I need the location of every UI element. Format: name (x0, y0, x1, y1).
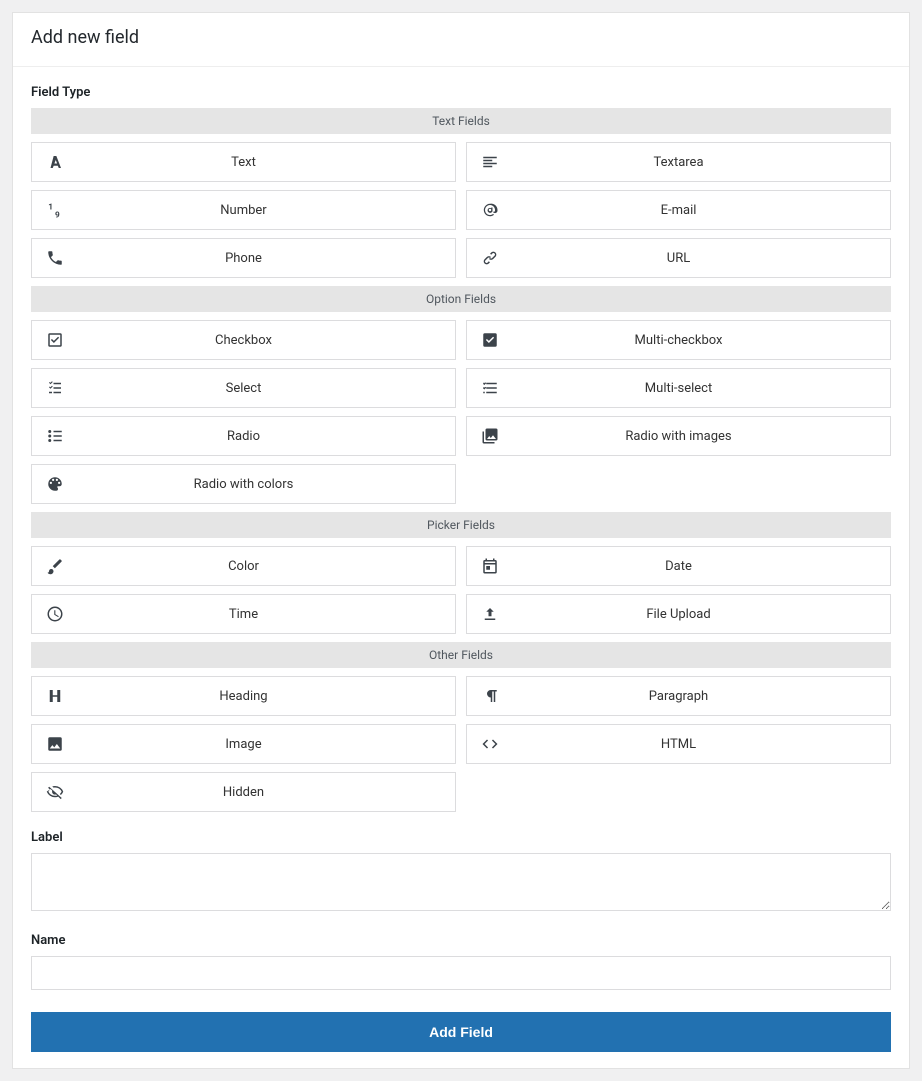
group-header: Other Fields (31, 642, 891, 668)
label-textarea[interactable] (31, 853, 891, 911)
field-type-label: Radio with colors (78, 477, 455, 492)
label-section: Label (13, 830, 909, 915)
field-type-label: Checkbox (78, 333, 455, 348)
add-new-field-panel: Add new field Field Type Text Fields Text… (12, 12, 910, 1069)
field-type-hidden[interactable]: Hidden (31, 772, 456, 812)
images-icon (467, 427, 513, 445)
field-type-grid: Checkbox Multi-checkbox Select Multi-select… (31, 320, 891, 504)
field-type-label: Date (513, 559, 890, 574)
add-field-button[interactable]: Add Field (31, 1012, 891, 1052)
field-type-radio[interactable]: Radio (31, 416, 456, 456)
group-header: Picker Fields (31, 512, 891, 538)
svg-text:9: 9 (55, 211, 60, 220)
field-type-time[interactable]: Time (31, 594, 456, 634)
field-type-label: Text (78, 155, 455, 170)
align-left-icon (467, 153, 513, 171)
check-square-icon (32, 331, 78, 349)
phone-icon (32, 249, 78, 267)
field-type-html[interactable]: HTML (466, 724, 891, 764)
field-type-select[interactable]: Select (31, 368, 456, 408)
image-icon (32, 735, 78, 753)
field-type-radio-colors[interactable]: Radio with colors (31, 464, 456, 504)
one-nine-icon: 19 (32, 201, 78, 219)
field-type-label: Number (78, 203, 455, 218)
link-icon (467, 249, 513, 267)
field-type-heading[interactable]: Heading (31, 676, 456, 716)
submit-row: Add Field (13, 990, 909, 1054)
field-type-label: E-mail (513, 203, 890, 218)
field-type-textarea[interactable]: Textarea (466, 142, 891, 182)
field-type-label: Radio (78, 429, 455, 444)
field-type-number[interactable]: 19Number (31, 190, 456, 230)
field-type-label: Image (78, 737, 455, 752)
field-type-label: Select (78, 381, 455, 396)
field-type-label: Phone (78, 251, 455, 266)
list-checks-icon (467, 379, 513, 397)
field-type-paragraph[interactable]: Paragraph (466, 676, 891, 716)
field-type-label: Heading (78, 689, 455, 704)
field-type-grid: TextTextarea19NumberE-mailPhoneURL (31, 142, 891, 278)
field-type-section: Field Type Text FieldsTextTextarea19Numb… (13, 85, 909, 812)
check-square-fill-icon (467, 331, 513, 349)
field-type-label: HTML (513, 737, 890, 752)
pilcrow-icon (467, 687, 513, 705)
field-type-label: Multi-checkbox (513, 333, 890, 348)
upload-icon (467, 605, 513, 623)
group-header: Option Fields (31, 286, 891, 312)
field-type-email[interactable]: E-mail (466, 190, 891, 230)
font-icon (32, 153, 78, 171)
field-type-image[interactable]: Image (31, 724, 456, 764)
field-type-multi-select[interactable]: Multi-select (466, 368, 891, 408)
panel-title: Add new field (13, 13, 909, 67)
field-type-label: Time (78, 607, 455, 622)
name-input[interactable] (31, 956, 891, 990)
field-type-checkbox[interactable]: Checkbox (31, 320, 456, 360)
field-type-text[interactable]: Text (31, 142, 456, 182)
field-type-radio-images[interactable]: Radio with images (466, 416, 891, 456)
palette-icon (32, 475, 78, 493)
at-icon (467, 201, 513, 219)
field-type-label: Paragraph (513, 689, 890, 704)
field-type-label: Hidden (78, 785, 455, 800)
field-type-label: Field Type (31, 85, 891, 100)
code-icon (467, 735, 513, 753)
field-type-date[interactable]: Date (466, 546, 891, 586)
name-section: Name (13, 933, 909, 990)
eye-off-icon (32, 783, 78, 801)
brush-icon (32, 557, 78, 575)
field-type-label: File Upload (513, 607, 890, 622)
field-type-color[interactable]: Color (31, 546, 456, 586)
name-input-label: Name (31, 933, 891, 948)
clock-icon (32, 605, 78, 623)
field-type-label: Radio with images (513, 429, 890, 444)
field-type-grid: Heading Paragraph Image HTML Hidden (31, 676, 891, 812)
calendar-icon (467, 557, 513, 575)
field-type-label: Textarea (513, 155, 890, 170)
field-type-url[interactable]: URL (466, 238, 891, 278)
list-bullets-icon (32, 427, 78, 445)
list-check-icon (32, 379, 78, 397)
svg-text:1: 1 (48, 202, 53, 212)
group-header: Text Fields (31, 108, 891, 134)
field-type-grid: Color Date Time File Upload (31, 546, 891, 634)
field-type-label: URL (513, 251, 890, 266)
field-type-label: Multi-select (513, 381, 890, 396)
field-type-label: Color (78, 559, 455, 574)
field-type-file-upload[interactable]: File Upload (466, 594, 891, 634)
field-type-multi-checkbox[interactable]: Multi-checkbox (466, 320, 891, 360)
heading-icon (32, 687, 78, 705)
field-type-phone[interactable]: Phone (31, 238, 456, 278)
label-input-label: Label (31, 830, 891, 845)
